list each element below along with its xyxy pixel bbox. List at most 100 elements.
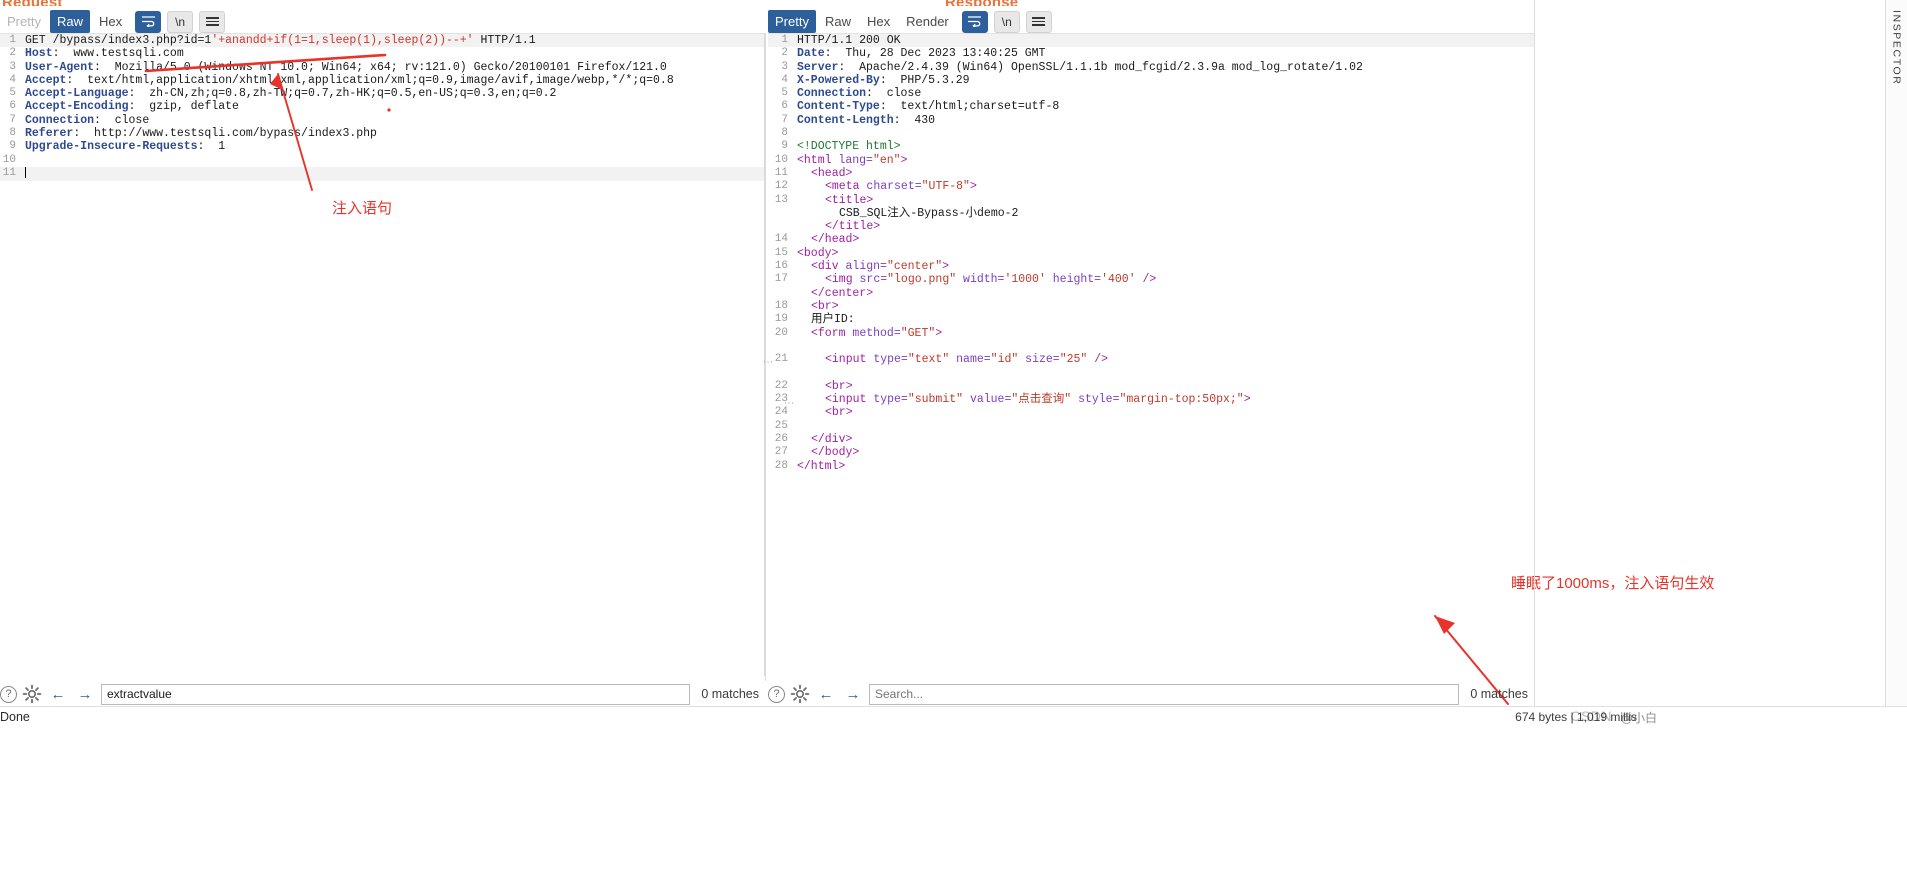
code-line: 5 Connection: close — [768, 87, 1534, 100]
response-word-wrap-icon[interactable] — [961, 10, 988, 33]
line-number: 1 — [781, 34, 788, 46]
request-settings-gear-icon[interactable] — [22, 684, 42, 704]
code-line: 1 GET /bypass/index3.php?id=1'+anandd+if(… — [0, 34, 764, 48]
line-number: 3 — [781, 60, 788, 73]
response-tab-pretty[interactable]: Pretty — [768, 10, 816, 33]
line-number: 6 — [781, 100, 788, 113]
line-number: 8 — [781, 127, 788, 140]
response-match-count: 0 matches — [1470, 687, 1528, 701]
request-tab-raw[interactable]: Raw — [49, 10, 90, 33]
line-number: 22 — [774, 379, 788, 392]
request-tab-hex[interactable]: Hex — [92, 10, 129, 33]
code-text: <br> — [825, 379, 853, 393]
code-text: HTTP/1.1 200 OK — [797, 34, 901, 47]
code-line: 3 User-Agent: Mozilla/5.0 (Windows NT 10.… — [0, 61, 764, 74]
code-text: </title> — [825, 220, 881, 234]
line-number: 9 — [781, 140, 788, 153]
fold-marker-icon: ⋮ — [762, 357, 773, 367]
code-line: 10 — [0, 154, 764, 167]
line-number: 7 — [781, 113, 788, 126]
request-match-count: 0 matches — [701, 687, 759, 701]
code-text: Accept-Language: zh-CN,zh;q=0.8,zh-TW;q=… — [25, 87, 557, 101]
code-line: 24 <br> — [768, 406, 1534, 419]
response-menu-icon[interactable] — [1025, 10, 1052, 33]
request-newline-icon[interactable]: \n — [167, 10, 194, 33]
code-text: </html> — [797, 459, 846, 473]
code-line: 8 — [768, 127, 1534, 140]
code-text: Accept-Encoding: gzip, deflate — [25, 100, 239, 114]
code-text: <div align="center"> — [811, 260, 950, 274]
code-text: </center> — [811, 286, 874, 300]
code-text: 用户ID: — [811, 313, 855, 327]
code-line: 20 <form method="GET"> — [768, 327, 1534, 340]
right-panel-border — [1534, 0, 1535, 714]
code-text: <img src="logo.png" width='1000' height=… — [825, 273, 1157, 287]
code-text: <input type="text" name="id" size="25" /… — [825, 353, 1109, 367]
inspector-rail[interactable]: INSPECTOR — [1885, 0, 1907, 714]
code-line: </center> — [768, 287, 1534, 300]
line-number: 2 — [781, 47, 788, 60]
line-number: 12 — [774, 180, 788, 193]
inspector-label: INSPECTOR — [1890, 10, 1903, 86]
line-number: 17 — [774, 273, 788, 286]
code-line: 12 <meta charset="UTF-8"> — [768, 180, 1534, 193]
code-line: 14 </head> — [768, 233, 1534, 246]
code-text: <body> — [797, 246, 839, 260]
code-text: Date: Thu, 28 Dec 2023 13:40:25 GMT — [797, 47, 1046, 61]
response-help-icon[interactable]: ? — [768, 685, 785, 703]
response-editor[interactable]: 1 HTTP/1.1 200 OK 2 Date: Thu, 28 Dec 2023 … — [768, 33, 1534, 676]
request-search-input[interactable] — [101, 683, 691, 705]
line-number: 19 — [774, 313, 788, 326]
code-line: 18 <br> — [768, 300, 1534, 313]
code-line: 6 Accept-Encoding: gzip, deflate — [0, 100, 764, 113]
code-line: 2 Date: Thu, 28 Dec 2023 13:40:25 GMT — [768, 47, 1534, 60]
line-number: 10 — [2, 153, 16, 166]
code-text: Upgrade-Insecure-Requests: 1 — [25, 140, 226, 154]
line-number: 9 — [9, 140, 16, 153]
code-text: Accept: text/html,application/xhtml+xml,… — [25, 73, 674, 87]
code-text — [20, 166, 26, 181]
annotation-sleep-note: 睡眠了1000ms，注入语句生效 — [1511, 575, 1715, 592]
response-search-input[interactable] — [869, 683, 1460, 705]
request-word-wrap-icon[interactable] — [135, 10, 162, 33]
code-line: 3 Server: Apache/2.4.39 (Win64) OpenSSL/1… — [768, 61, 1534, 74]
response-search-prev-icon[interactable]: ← — [815, 684, 837, 704]
response-search-next-icon[interactable]: → — [842, 684, 864, 704]
line-number: 8 — [9, 127, 16, 140]
response-tab-hex[interactable]: Hex — [860, 10, 897, 33]
code-line: 8 Referer: http://www.testsqli.com/bypass… — [0, 127, 764, 140]
code-text: CSB_SQL注入-Bypass-小demo-2 — [839, 206, 1019, 220]
request-menu-icon[interactable] — [199, 10, 226, 33]
line-number: 7 — [9, 113, 16, 126]
code-text: <form method="GET"> — [811, 326, 943, 340]
line-number: 16 — [774, 260, 788, 273]
request-editor[interactable]: 1 GET /bypass/index3.php?id=1'+anandd+if(… — [0, 33, 765, 676]
annotation-injection-note: 注入语句 — [332, 200, 393, 217]
code-line: 26 </div> — [768, 433, 1534, 446]
code-text: <input type="submit" value="点击查询" style=… — [825, 393, 1251, 407]
code-line: 7 Connection: close — [0, 114, 764, 127]
code-text: X-Powered-By: PHP/5.3.29 — [797, 73, 970, 87]
line-number: 26 — [774, 432, 788, 445]
request-tab-pretty[interactable]: Pretty — [0, 10, 48, 33]
request-search-prev-icon[interactable]: ← — [47, 684, 69, 704]
line-number: 24 — [774, 406, 788, 419]
response-search-bar: ? ← → 0 matches — [768, 681, 1534, 707]
code-line: 6 Content-Type: text/html;charset=utf-8 — [768, 100, 1534, 113]
response-newline-icon[interactable]: \n — [993, 10, 1020, 33]
code-line: 25 — [768, 420, 1534, 433]
code-line: </title> — [768, 220, 1534, 233]
response-settings-gear-icon[interactable] — [790, 684, 810, 704]
code-line: 4 X-Powered-By: PHP/5.3.29 — [768, 74, 1534, 87]
code-line: 10 <html lang="en"> — [768, 154, 1534, 167]
response-toolbar: Pretty Raw Hex Render \n — [768, 10, 1052, 33]
request-search-next-icon[interactable]: → — [74, 684, 96, 704]
code-text: <head> — [811, 166, 853, 180]
request-help-icon[interactable]: ? — [0, 685, 17, 703]
code-line: 9 Upgrade-Insecure-Requests: 1 — [0, 140, 764, 153]
code-line: 22 <br> — [768, 380, 1534, 393]
code-text: Host: www.testsqli.com — [25, 47, 184, 61]
response-tab-raw[interactable]: Raw — [818, 10, 858, 33]
fold-marker-icon: ⋮ — [783, 398, 794, 408]
response-tab-render[interactable]: Render — [899, 10, 956, 33]
